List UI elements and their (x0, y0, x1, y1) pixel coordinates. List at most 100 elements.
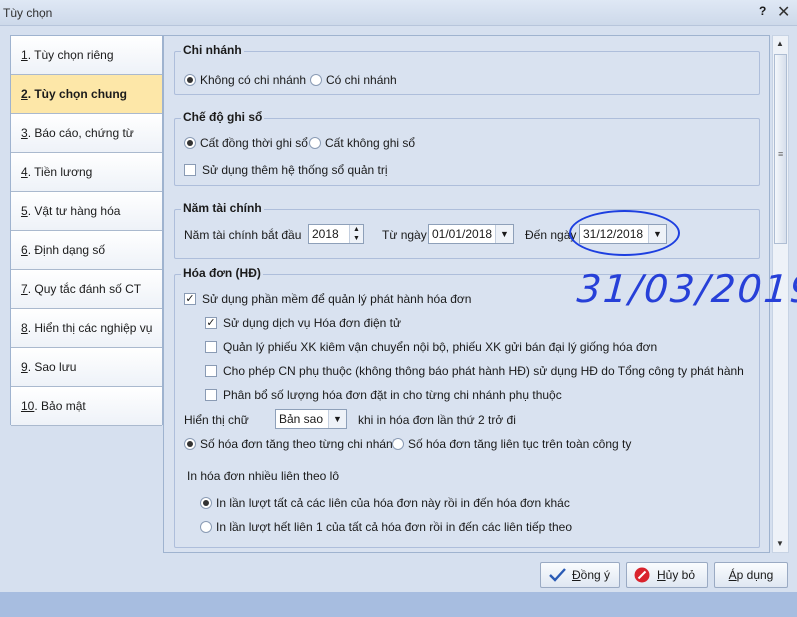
display-text-suffix: khi in hóa đơn lần thứ 2 trở đi (358, 413, 516, 427)
radio-indicator (184, 438, 196, 450)
display-text-select[interactable]: Bản sao ▼ (275, 409, 347, 429)
ok-label: ồng ý (580, 568, 611, 582)
apply-button[interactable]: Áp dụng (714, 562, 788, 588)
nav-item-num: 5 (21, 204, 28, 218)
nav-item-num: 4 (21, 165, 28, 179)
fiscal-year-spinner[interactable]: 2018 ▲ ▼ (308, 224, 364, 244)
scroll-thumb[interactable]: ≡ (774, 54, 787, 244)
radio-save-and-post[interactable]: Cất đồng thời ghi sổ (184, 136, 308, 150)
ok-button[interactable]: Đồng ý (540, 562, 620, 588)
checkbox-label: Sử dụng thêm hệ thống sổ quản trị (202, 163, 388, 177)
nav-item-num: 2 (21, 87, 28, 101)
nav-item-num: 1 (21, 48, 28, 62)
nav-item-num: 10 (21, 399, 35, 413)
check-icon (549, 568, 566, 582)
radio-invoice-per-branch[interactable]: Số hóa đơn tăng theo từng chi nhánh (184, 437, 399, 451)
checkbox-label: Cho phép CN phụ thuộc (không thông báo p… (223, 364, 744, 378)
scroll-up-icon[interactable]: ▲ (776, 39, 784, 48)
nav-item-label: . Báo cáo, chứng từ (27, 126, 134, 140)
checkbox-management-books[interactable]: Sử dụng thêm hệ thống sổ quản trị (184, 163, 388, 177)
radio-indicator (309, 137, 321, 149)
from-date-value: 01/01/2018 (432, 227, 493, 241)
nav-item-general[interactable]: 2. Tùy chọn chung (11, 75, 162, 114)
annotation-circle (569, 210, 680, 256)
nav-item-num: 7 (21, 282, 28, 296)
bottom-bar (0, 592, 797, 617)
invoice-group: Hóa đơn (HĐ) ✓ Sử dụng phần mềm để quản l… (174, 266, 760, 548)
check-icon: ✓ (205, 317, 217, 329)
radio-print-first-copy[interactable]: In lần lượt hết liên 1 của tất cả hóa đơ… (200, 520, 572, 534)
checkbox-allocate-invoices[interactable]: Phân bổ số lượng hóa đơn đặt in cho từng… (205, 388, 562, 402)
nav-item-label: . Vật tư hàng hóa (27, 204, 121, 218)
display-text-label: Hiển thị chữ (184, 413, 249, 427)
radio-indicator (200, 497, 212, 509)
radio-no-branch[interactable]: Không có chi nhánh (184, 73, 306, 87)
nav-item-number-format[interactable]: 6. Định dạng số (11, 231, 162, 270)
checkbox-internal-transfer[interactable]: Quản lý phiếu XK kiêm vận chuyển nội bộ,… (205, 340, 657, 354)
checkbox-indicator (205, 341, 217, 353)
from-date-input[interactable]: 01/01/2018 ▼ (428, 224, 514, 244)
display-text-value: Bản sao (279, 412, 324, 426)
chevron-down-icon[interactable]: ▼ (328, 410, 346, 428)
radio-indicator (392, 438, 404, 450)
checkbox-label: Phân bổ số lượng hóa đơn đặt in cho từng… (223, 388, 562, 402)
grip-icon: ≡ (778, 149, 783, 159)
radio-save-no-post[interactable]: Cất không ghi sổ (309, 136, 415, 150)
nav-item-personal[interactable]: 1. Tùy chọn riêng (11, 36, 162, 75)
nav-item-salary[interactable]: 4. Tiền lương (11, 153, 162, 192)
nav-item-label: . Quy tắc đánh số CT (27, 282, 142, 296)
scroll-down-icon[interactable]: ▼ (776, 539, 784, 548)
nav-item-backup[interactable]: 9. Sao lưu (11, 348, 162, 387)
checkbox-use-invoice-software[interactable]: ✓ Sử dụng phần mềm để quản lý phát hành h… (184, 292, 471, 306)
chevron-down-icon[interactable]: ▼ (495, 225, 513, 243)
handwritten-annotation: 31/03/2019 (575, 267, 797, 311)
radio-invoice-company-wide[interactable]: Số hóa đơn tăng liên tục trên toàn công … (392, 437, 631, 451)
checkbox-e-invoice[interactable]: ✓ Sử dụng dịch vụ Hóa đơn điện tử (205, 316, 401, 330)
cancel-label: ủy bỏ (665, 568, 696, 582)
spinner-arrows-icon[interactable]: ▲ ▼ (349, 225, 363, 243)
apply-accel: Á (728, 568, 737, 582)
checkbox-indicator (184, 164, 196, 176)
nav-item-label: . Sao lưu (27, 360, 77, 374)
radio-has-branch[interactable]: Có chi nhánh (310, 73, 397, 87)
nav-item-num: 6 (21, 243, 28, 257)
bookkeeping-title: Chế độ ghi sổ (181, 110, 265, 124)
nav-item-label: . Bảo mật (34, 399, 86, 413)
nav-item-num: 3 (21, 126, 28, 140)
title-bar: Tùy chọn ? ✕ (0, 0, 797, 26)
help-button[interactable]: ? (759, 4, 766, 18)
from-date-label: Từ ngày (382, 228, 427, 242)
radio-label: In lần lượt tất cả các liên của hóa đơn … (216, 496, 570, 510)
nav-item-reports[interactable]: 3. Báo cáo, chứng từ (11, 114, 162, 153)
radio-print-all-copies[interactable]: In lần lượt tất cả các liên của hóa đơn … (200, 496, 570, 510)
nav-item-label: . Tùy chọn riêng (27, 48, 114, 62)
cancel-button[interactable]: Hủy bỏ (626, 562, 708, 588)
nav-item-display-operations[interactable]: 8. Hiển thị các nghiệp vụ (11, 309, 162, 348)
radio-indicator (200, 521, 212, 533)
bookkeeping-group: Chế độ ghi sổ Cất đồng thời ghi sổ Cất k… (174, 110, 760, 186)
cancel-icon (634, 567, 650, 583)
fiscal-year-value: 2018 (312, 227, 339, 241)
nav-item-label: . Tiền lương (27, 165, 93, 179)
branch-title: Chi nhánh (181, 43, 244, 57)
multi-copy-label: In hóa đơn nhiều liên theo lô (187, 469, 339, 483)
invoice-title: Hóa đơn (HĐ) (181, 266, 263, 280)
apply-label: p dụng (736, 568, 774, 582)
radio-label: Cất đồng thời ghi sổ (200, 136, 308, 150)
radio-indicator (310, 74, 322, 86)
nav-item-inventory[interactable]: 5. Vật tư hàng hóa (11, 192, 162, 231)
close-icon[interactable]: ✕ (777, 2, 790, 22)
check-icon: ✓ (184, 293, 196, 305)
cancel-accel: H (656, 568, 666, 582)
branch-group: Chi nhánh Không có chi nhánh Có chi nhán… (174, 43, 760, 95)
radio-label: In lần lượt hết liên 1 của tất cả hóa đơ… (216, 520, 572, 534)
radio-indicator (184, 137, 196, 149)
nav-item-num: 8 (21, 321, 28, 335)
checkbox-indicator (205, 365, 217, 377)
radio-label: Cất không ghi sổ (325, 136, 416, 150)
nav-item-numbering-rules[interactable]: 7. Quy tắc đánh số CT (11, 270, 162, 309)
checkbox-label: Sử dụng dịch vụ Hóa đơn điện tử (223, 316, 402, 330)
nav-item-security[interactable]: 10. Bảo mật (11, 387, 162, 426)
checkbox-branch-use-hq-invoice[interactable]: Cho phép CN phụ thuộc (không thông báo p… (205, 364, 744, 378)
window-title: Tùy chọn (3, 6, 53, 20)
